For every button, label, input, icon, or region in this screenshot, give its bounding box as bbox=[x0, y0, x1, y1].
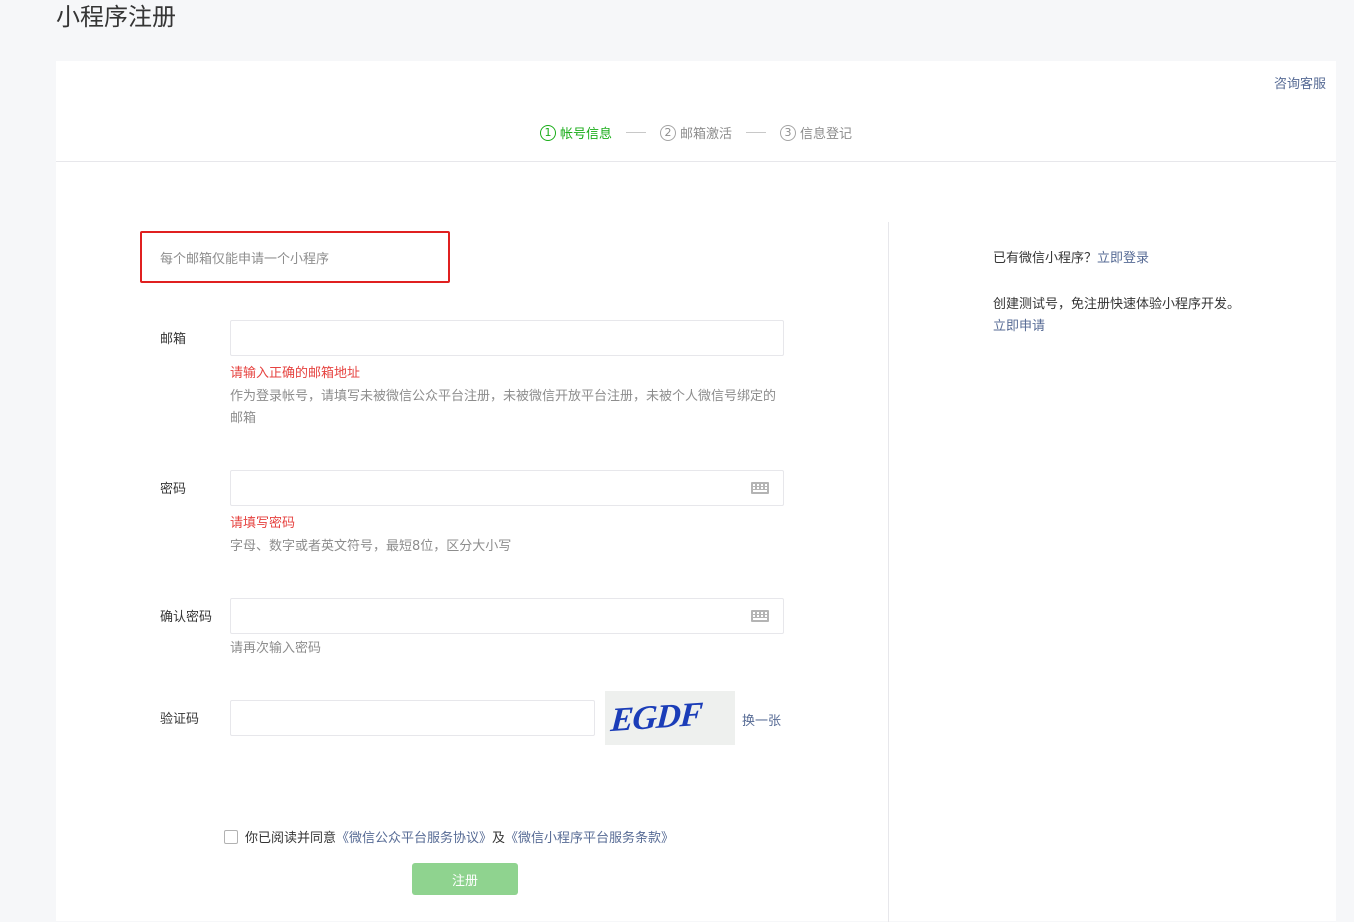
captcha-text: EGDF bbox=[609, 695, 704, 740]
service-agreement-link[interactable]: 《微信公众平台服务协议》 bbox=[336, 827, 492, 846]
step-connector bbox=[746, 132, 766, 133]
agreement-prefix: 你已阅读并同意 bbox=[245, 831, 337, 846]
captcha-input[interactable] bbox=[230, 700, 595, 736]
captcha-image[interactable]: EGDF bbox=[605, 691, 735, 745]
step-label: 信息登记 bbox=[800, 127, 853, 142]
keyboard-icon[interactable] bbox=[751, 610, 769, 622]
step-label: 帐号信息 bbox=[559, 127, 612, 142]
refresh-captcha-link[interactable]: 换一张 bbox=[742, 710, 781, 729]
password-input[interactable] bbox=[230, 470, 784, 506]
confirm-password-input[interactable] bbox=[230, 598, 784, 634]
step-number-3: 3 bbox=[780, 124, 796, 141]
step-account-info: 1 帐号信息 bbox=[539, 123, 612, 142]
step-connector bbox=[625, 132, 646, 133]
login-prefix: 已有微信小程序？ bbox=[993, 251, 1098, 266]
email-input[interactable] bbox=[230, 320, 784, 356]
register-button[interactable]: 注册 bbox=[412, 863, 518, 895]
step-number-1: 1 bbox=[539, 124, 556, 141]
password-tip: 字母、数字或者英文符号，最短8位，区分大小写 bbox=[230, 539, 512, 554]
column-divider bbox=[888, 222, 889, 922]
page-title: 小程序注册 bbox=[56, 3, 176, 31]
registration-card: 咨询客服 1 帐号信息 2 邮箱激活 3 信息登记 每个邮箱仅能申请一个小程序 … bbox=[56, 61, 1336, 922]
step-indicator: 1 帐号信息 2 邮箱激活 3 信息登记 bbox=[56, 123, 1336, 142]
login-link[interactable]: 立即登录 bbox=[1097, 251, 1149, 266]
password-label: 密码 bbox=[160, 482, 187, 497]
agreement-row: 你已阅读并同意 《微信公众平台服务协议》 及 《微信小程序平台服务条款》 bbox=[224, 827, 674, 846]
existing-account-text: 已有微信小程序？立即登录 bbox=[993, 248, 1243, 270]
step-email-activation: 2 邮箱激活 bbox=[659, 123, 732, 142]
email-tip: 作为登录帐号，请填写未被微信公众平台注册，未被微信开放平台注册，未被个人微信号绑… bbox=[230, 389, 777, 426]
email-error: 请输入正确的邮箱地址 bbox=[230, 366, 361, 381]
apply-test-link[interactable]: 立即申请 bbox=[993, 319, 1045, 334]
notice-box: 每个邮箱仅能申请一个小程序 bbox=[140, 231, 450, 283]
notice-text: 每个邮箱仅能申请一个小程序 bbox=[160, 251, 330, 267]
header-divider bbox=[56, 161, 1336, 162]
service-terms-link[interactable]: 《微信小程序平台服务条款》 bbox=[505, 827, 674, 846]
test-account-text: 创建测试号，免注册快速体验小程序开发。立即申请 bbox=[993, 294, 1243, 338]
step-number-2: 2 bbox=[659, 124, 676, 141]
captcha-label: 验证码 bbox=[160, 712, 200, 727]
step-info-registration: 3 信息登记 bbox=[780, 123, 852, 142]
agreement-and: 及 bbox=[492, 831, 506, 846]
email-label: 邮箱 bbox=[160, 332, 187, 347]
customer-service-link[interactable]: 咨询客服 bbox=[1274, 73, 1326, 92]
test-account-description: 创建测试号，免注册快速体验小程序开发。 bbox=[993, 297, 1241, 312]
confirm-password-tip: 请再次输入密码 bbox=[230, 641, 322, 656]
step-label: 邮箱激活 bbox=[679, 127, 732, 142]
confirm-password-label: 确认密码 bbox=[160, 610, 213, 625]
password-error: 请填写密码 bbox=[230, 516, 296, 531]
keyboard-icon[interactable] bbox=[751, 482, 769, 494]
agreement-checkbox[interactable] bbox=[224, 829, 238, 844]
